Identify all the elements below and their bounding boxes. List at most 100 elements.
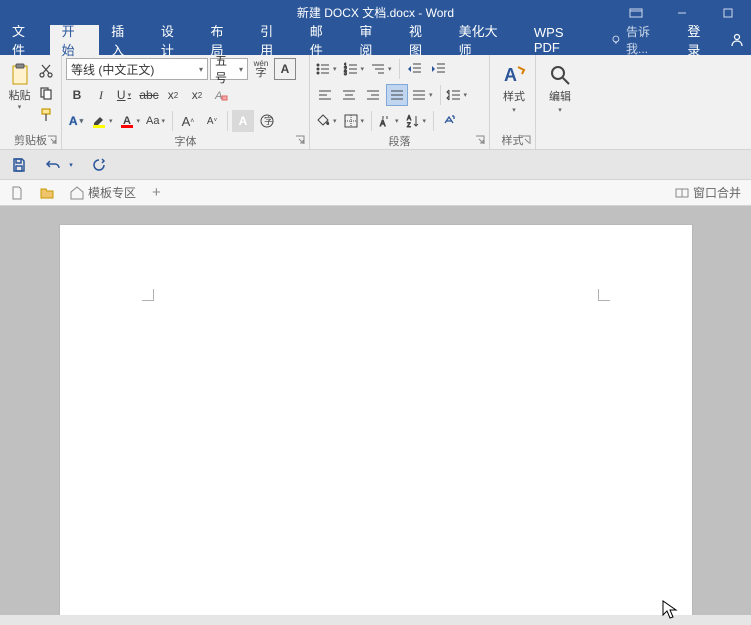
- bullets-button[interactable]: [314, 58, 340, 80]
- group-paragraph-label: 段落: [314, 133, 485, 149]
- undo-button[interactable]: [42, 154, 64, 176]
- subscript-button[interactable]: x2: [162, 84, 184, 106]
- styles-button[interactable]: A 样式: [494, 57, 534, 118]
- character-shading-button[interactable]: A: [232, 110, 254, 132]
- tell-me-search[interactable]: 告诉我...: [604, 25, 677, 55]
- undo-dropdown[interactable]: ▾: [66, 154, 76, 176]
- sort-button[interactable]: AZ: [404, 110, 430, 132]
- styles-dialog-launcher[interactable]: [520, 134, 532, 146]
- group-font-label: 字体: [66, 133, 305, 149]
- phonetic-guide-button[interactable]: wén 字: [250, 58, 272, 80]
- align-distributed-button[interactable]: [410, 84, 436, 106]
- redo-button[interactable]: [88, 154, 110, 176]
- grow-font-button[interactable]: A˄: [177, 110, 199, 132]
- enclose-characters-button[interactable]: 字: [256, 110, 278, 132]
- increase-indent-button[interactable]: [428, 58, 450, 80]
- svg-text:Z: Z: [407, 123, 411, 129]
- merge-windows-label: 窗口合并: [693, 184, 741, 201]
- ribbon-tabs: 文件 开始 插入 设计 布局 引用 邮件 审阅 视图 美化大师 WPS PDF …: [0, 25, 751, 55]
- svg-text:3: 3: [344, 71, 347, 77]
- bold-button[interactable]: B: [66, 84, 88, 106]
- asian-layout-button[interactable]: A: [376, 110, 402, 132]
- ribbon-display-options[interactable]: [613, 0, 659, 25]
- merge-windows-button[interactable]: 窗口合并: [671, 182, 745, 203]
- folder-icon[interactable]: [36, 184, 58, 202]
- page-icon[interactable]: [6, 184, 28, 202]
- change-case-button[interactable]: Aa: [145, 110, 168, 132]
- font-dialog-launcher[interactable]: [294, 134, 306, 146]
- quick-access-toolbar: ▾: [0, 150, 751, 180]
- align-justify-button[interactable]: [386, 84, 408, 106]
- document-canvas[interactable]: [0, 206, 751, 615]
- paste-label: 粘贴: [9, 87, 31, 103]
- chevron-down-icon: ▾: [239, 65, 243, 74]
- clipboard-dialog-launcher[interactable]: [46, 134, 58, 146]
- copy-button[interactable]: [35, 83, 57, 103]
- document-title: 新建 DOCX 文档.docx - Word: [297, 4, 454, 21]
- tell-me-placeholder: 告诉我...: [626, 23, 671, 57]
- shading-button[interactable]: [314, 110, 340, 132]
- svg-text:A: A: [380, 119, 386, 128]
- group-clipboard: 粘贴 ▾ 剪贴板: [0, 55, 62, 149]
- login-button[interactable]: 登录: [677, 25, 723, 55]
- tab-mailings[interactable]: 邮件: [298, 25, 348, 55]
- format-painter-button[interactable]: [35, 105, 57, 125]
- decrease-indent-button[interactable]: [404, 58, 426, 80]
- tab-file[interactable]: 文件: [0, 25, 50, 55]
- margin-mark-top-right: [598, 289, 610, 301]
- align-right-button[interactable]: [362, 84, 384, 106]
- tab-references[interactable]: 引用: [248, 25, 298, 55]
- tab-beautify[interactable]: 美化大师: [447, 25, 522, 55]
- document-page[interactable]: [59, 224, 693, 615]
- group-font: 等线 (中文正文) ▾ 五号 ▾ wén 字 A B I U abc x2: [62, 55, 310, 149]
- tab-insert[interactable]: 插入: [99, 25, 149, 55]
- underline-button[interactable]: U: [114, 84, 136, 106]
- superscript-button[interactable]: x2: [186, 84, 208, 106]
- group-paragraph: 123: [310, 55, 490, 149]
- borders-button[interactable]: [342, 110, 368, 132]
- strikethrough-button[interactable]: abc: [138, 84, 160, 106]
- multilevel-list-button[interactable]: [369, 58, 395, 80]
- new-tab-button[interactable]: +: [148, 182, 165, 203]
- tab-design[interactable]: 设计: [149, 25, 199, 55]
- paragraph-dialog-launcher[interactable]: [474, 134, 486, 146]
- cut-button[interactable]: [35, 61, 57, 81]
- svg-text:A: A: [214, 90, 222, 102]
- templates-tab[interactable]: 模板专区: [66, 182, 140, 203]
- chevron-down-icon: ▾: [199, 65, 203, 74]
- group-editing: 编辑: [536, 55, 582, 149]
- editing-button[interactable]: 编辑: [540, 57, 580, 118]
- templates-label: 模板专区: [88, 184, 136, 201]
- tab-review[interactable]: 审阅: [347, 25, 397, 55]
- align-left-button[interactable]: [314, 84, 336, 106]
- highlight-button[interactable]: [90, 110, 116, 132]
- ribbon: 粘贴 ▾ 剪贴板 等线 (中文正文): [0, 55, 751, 150]
- svg-text:A: A: [407, 116, 411, 122]
- shrink-font-button[interactable]: A˅: [201, 110, 223, 132]
- tab-home[interactable]: 开始: [50, 25, 100, 55]
- italic-button[interactable]: I: [90, 84, 112, 106]
- line-spacing-button[interactable]: [445, 84, 471, 106]
- tab-view[interactable]: 视图: [397, 25, 447, 55]
- font-size-combo[interactable]: 五号 ▾: [210, 58, 248, 80]
- clear-formatting-button[interactable]: A: [210, 84, 232, 106]
- text-effects-button[interactable]: A: [66, 110, 88, 132]
- svg-text:字: 字: [264, 115, 273, 126]
- font-color-button[interactable]: A: [118, 110, 144, 132]
- numbering-button[interactable]: 123: [342, 58, 368, 80]
- paste-button[interactable]: 粘贴 ▾: [4, 57, 35, 125]
- maximize-button[interactable]: [705, 0, 751, 25]
- align-center-button[interactable]: [338, 84, 360, 106]
- styles-label: 样式: [503, 91, 525, 104]
- editing-label: 编辑: [549, 91, 571, 104]
- show-hide-marks-button[interactable]: [438, 110, 460, 132]
- font-size-value: 五号: [215, 52, 239, 86]
- save-button[interactable]: [8, 154, 30, 176]
- character-border-button[interactable]: A: [274, 58, 296, 80]
- minimize-button[interactable]: [659, 0, 705, 25]
- tab-layout[interactable]: 布局: [199, 25, 249, 55]
- tab-wpspdf[interactable]: WPS PDF: [522, 25, 604, 55]
- share-button[interactable]: [723, 25, 751, 55]
- font-name-value: 等线 (中文正文): [71, 61, 154, 78]
- font-name-combo[interactable]: 等线 (中文正文) ▾: [66, 58, 208, 80]
